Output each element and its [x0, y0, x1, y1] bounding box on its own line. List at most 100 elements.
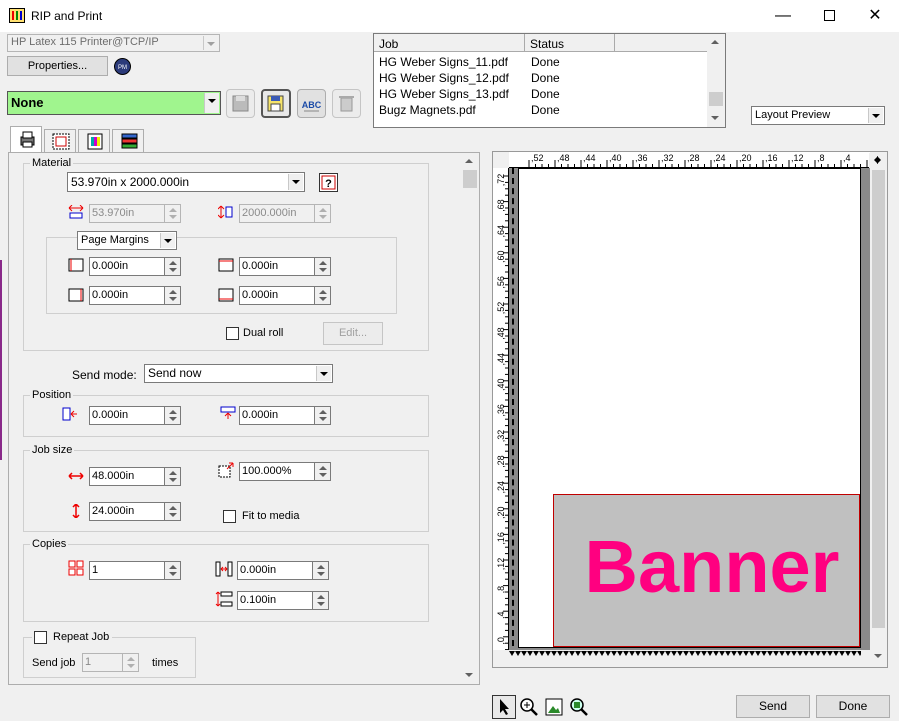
pointer-icon[interactable]: [492, 695, 516, 719]
ruler-label: ,68: [496, 199, 506, 212]
h-spacing-spinner[interactable]: [312, 561, 329, 580]
ruler-label: ,16: [496, 532, 506, 545]
preview-scrollbar[interactable]: [870, 168, 887, 665]
zoom-in-icon[interactable]: [518, 696, 540, 718]
margin-right-field[interactable]: 0.000in: [89, 286, 166, 305]
table-row[interactable]: Bugz Magnets.pdf: [379, 102, 476, 118]
ruler-label: ,36: [496, 404, 506, 417]
job-list-scrollbar[interactable]: [707, 34, 725, 127]
fit-page-icon[interactable]: [543, 696, 565, 718]
done-button[interactable]: Done: [816, 695, 890, 718]
job-list[interactable]: Job Status HG Weber Signs_11.pdf Done HG…: [373, 33, 726, 128]
margin-bottom-icon: [218, 288, 234, 302]
ruler-label: ,52: [531, 153, 544, 163]
ruler-label: ,4: [496, 611, 506, 619]
title-bar: RIP and Print — ✕: [0, 0, 899, 32]
preview-mode-select[interactable]: Layout Preview: [751, 106, 885, 125]
job-list-header: Job Status: [374, 34, 707, 52]
dual-roll-checkbox[interactable]: [226, 327, 239, 340]
banner-text: Banner: [585, 525, 840, 608]
tab-printer[interactable]: [10, 126, 42, 153]
repeat-job-checkbox[interactable]: [34, 631, 47, 644]
media-area: Banner: [509, 168, 870, 657]
times-label: times: [152, 657, 179, 669]
queue-select-value: None: [11, 95, 44, 110]
position-y-icon: [220, 406, 236, 420]
settings-scrollbar[interactable]: [461, 153, 479, 684]
properties-button[interactable]: Properties...: [7, 56, 108, 76]
close-button[interactable]: ✕: [852, 0, 898, 32]
ruler-label: ,44: [496, 353, 506, 366]
ruler-right-icon[interactable]: [871, 153, 887, 168]
v-spacing-spinner[interactable]: [312, 591, 329, 610]
tab-advanced[interactable]: [112, 129, 144, 153]
job-height-icon: [68, 503, 84, 519]
job-status: Done: [531, 55, 560, 69]
save-as-icon[interactable]: [261, 89, 291, 118]
job-width-spinner[interactable]: [164, 467, 181, 486]
svg-text:ABC: ABC: [302, 100, 322, 110]
position-x-field[interactable]: 0.000in: [89, 406, 166, 425]
svg-text:PM: PM: [118, 65, 127, 71]
repeat-count-field: 1: [82, 653, 124, 672]
save-icon[interactable]: [226, 89, 255, 118]
copies-count-field[interactable]: 1: [89, 561, 166, 580]
column-status[interactable]: Status: [530, 37, 564, 51]
table-row[interactable]: HG Weber Signs_11.pdf: [379, 54, 508, 70]
printer-info-icon[interactable]: PM: [113, 57, 132, 76]
maximize-button[interactable]: [806, 0, 852, 32]
ruler-label: ,48: [496, 327, 506, 340]
ruler-label: ,32: [661, 153, 674, 163]
margin-top-spinner[interactable]: [314, 257, 331, 276]
margin-left-spinner[interactable]: [164, 257, 181, 276]
fit-to-media-checkbox[interactable]: [223, 510, 236, 523]
ruler-label: ,72: [496, 174, 506, 187]
table-row[interactable]: HG Weber Signs_13.pdf: [379, 86, 509, 102]
h-spacing-field[interactable]: 0.000in: [237, 561, 314, 580]
ruler-label: ,64: [496, 225, 506, 238]
job-preview[interactable]: Banner: [553, 494, 860, 647]
queue-select[interactable]: None: [7, 91, 221, 115]
material-size-select[interactable]: 53.970in x 2000.000in: [67, 172, 305, 192]
margins-mode-select[interactable]: Page Margins: [77, 231, 177, 250]
column-job[interactable]: Job: [379, 37, 398, 51]
rename-icon[interactable]: ABC: [297, 89, 326, 118]
dual-roll-label: Dual roll: [243, 327, 284, 339]
job-height-field[interactable]: 24.000in: [89, 502, 166, 521]
tab-layout[interactable]: [44, 129, 76, 153]
repeat-job-label: Repeat Job: [53, 631, 110, 643]
printer-select[interactable]: HP Latex 115 Printer@TCP/IP: [7, 34, 220, 52]
v-spacing-field[interactable]: 0.100in: [237, 591, 314, 610]
send-button[interactable]: Send: [736, 695, 810, 718]
job-scale-spinner[interactable]: [314, 462, 331, 481]
table-row[interactable]: HG Weber Signs_12.pdf: [379, 70, 509, 86]
material-group-label: Material: [30, 157, 74, 169]
material-help-icon[interactable]: ?: [319, 173, 338, 192]
margin-bottom-spinner[interactable]: [314, 286, 331, 305]
zoom-fit-icon[interactable]: [568, 696, 590, 718]
job-width-field[interactable]: 48.000in: [89, 467, 166, 486]
copies-count-spinner[interactable]: [164, 561, 181, 580]
job-scale-field[interactable]: 100.000%: [239, 462, 316, 481]
margin-top-field[interactable]: 0.000in: [239, 257, 316, 276]
send-mode-select[interactable]: Send now: [144, 364, 333, 383]
window-edge: [0, 260, 2, 460]
copies-group-label: Copies: [30, 538, 69, 550]
ruler-label: ,24: [496, 481, 506, 494]
tab-color[interactable]: [78, 129, 110, 153]
tab-bar: [8, 126, 158, 153]
position-y-field[interactable]: 0.000in: [239, 406, 316, 425]
minimize-button[interactable]: —: [760, 0, 806, 32]
margin-left-field[interactable]: 0.000in: [89, 257, 166, 276]
copies-group: [23, 544, 429, 622]
material-width-spinner: [164, 204, 181, 223]
job-height-spinner[interactable]: [164, 502, 181, 521]
margin-bottom-field[interactable]: 0.000in: [239, 286, 316, 305]
printer-select-value: HP Latex 115 Printer@TCP/IP: [11, 36, 159, 48]
material-width-field: 53.970in: [89, 204, 166, 223]
position-y-spinner[interactable]: [314, 406, 331, 425]
position-x-spinner[interactable]: [164, 406, 181, 425]
ruler-label: ,20: [739, 153, 752, 163]
delete-icon[interactable]: [332, 89, 361, 118]
margin-right-spinner[interactable]: [164, 286, 181, 305]
